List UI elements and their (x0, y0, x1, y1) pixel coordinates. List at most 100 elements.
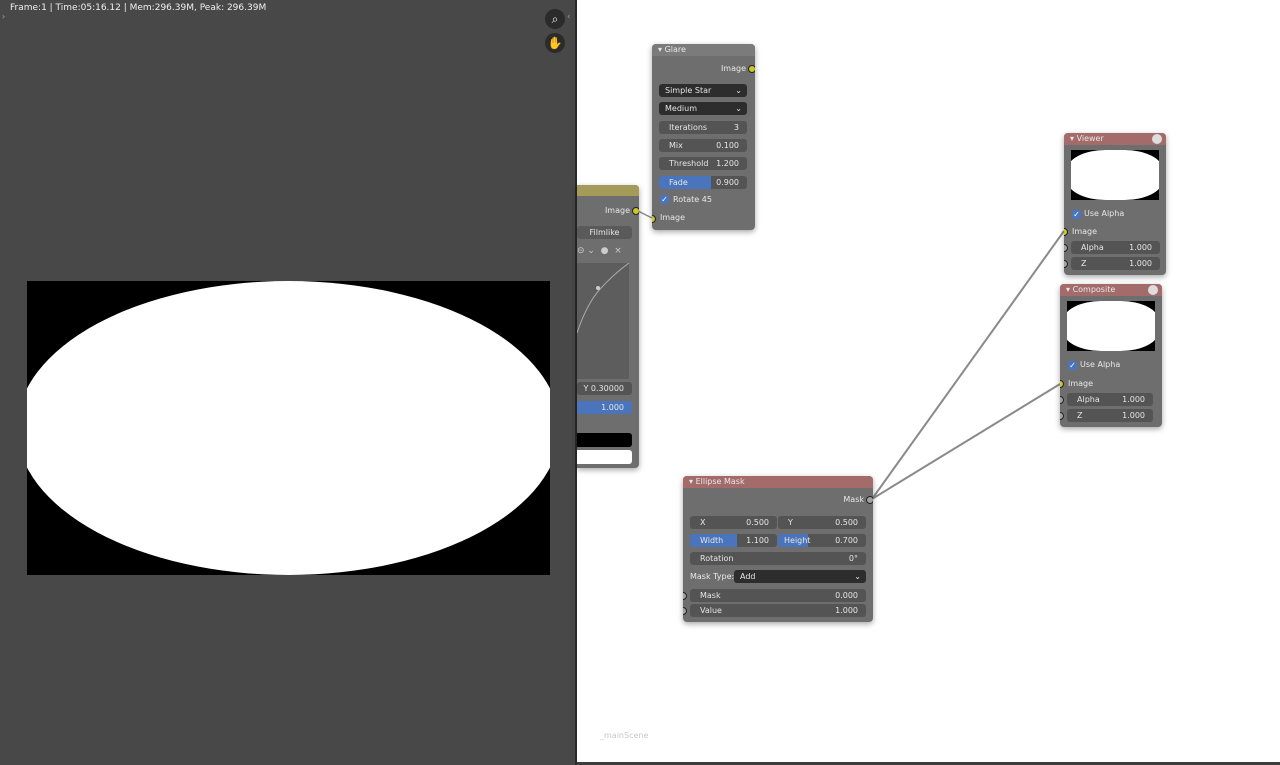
curve-toolbar: ⊝ ⌄ ● × (577, 246, 622, 256)
tonemap-mode-value: Filmlike (589, 228, 620, 237)
ellipse-mask-input-field[interactable]: Mask 0.000 (690, 589, 866, 602)
threshold-label: Threshold (669, 159, 709, 168)
ellipse-y-field[interactable]: Y 0.500 (778, 516, 866, 529)
iterations-value: 3 (733, 123, 739, 132)
tonemap-fac-field[interactable]: 1.000 (577, 401, 632, 414)
scene-name-label: _mainScene (600, 731, 649, 740)
rotate45-checkbox[interactable]: ✓ (660, 195, 669, 204)
viewer-image-socket[interactable] (1064, 228, 1068, 236)
ellipse-mask-output-socket[interactable] (866, 496, 873, 504)
glare-threshold-field[interactable]: Threshold 1.200 (659, 157, 747, 170)
link-mask-to-viewer (871, 230, 1065, 500)
ellipse-height-field[interactable]: Height 0.700 (778, 534, 866, 547)
y-value: 0.500 (835, 518, 858, 527)
ellipse-mask-input-socket[interactable] (683, 592, 687, 600)
value-label: Value (700, 606, 722, 615)
viewer-preview-ellipse (1071, 150, 1159, 200)
ellipse-rotation-field[interactable]: Rotation 0° (690, 552, 866, 565)
ellipse-x-field[interactable]: X 0.500 (690, 516, 777, 529)
link-tonemap-to-glare (637, 210, 653, 219)
composite-z-label: Z (1077, 411, 1083, 420)
tonemap-output-socket[interactable] (632, 207, 639, 215)
height-value: 0.700 (835, 536, 858, 545)
viewer-z-value: 1.000 (1129, 259, 1152, 268)
globe-icon[interactable] (1152, 134, 1162, 144)
tonemap-mode-button[interactable]: Filmlike (577, 226, 632, 239)
ellipse-value-field[interactable]: Value 1.000 (690, 604, 866, 617)
ellipse-value-input-socket[interactable] (683, 607, 687, 615)
mask-input-value: 0.000 (835, 591, 858, 600)
tonemap-output-label: Image (604, 206, 630, 215)
viewer-z-field[interactable]: Z 1.000 (1071, 257, 1160, 270)
composite-use-alpha-checkbox[interactable]: ✓ (1068, 361, 1077, 370)
width-label: Width (700, 536, 724, 545)
fade-value: 0.900 (716, 178, 739, 187)
height-label: Height (784, 536, 811, 545)
black-color-swatch[interactable] (577, 433, 632, 447)
mask-input-label: Mask (700, 591, 721, 600)
composite-alpha-label: Alpha (1077, 395, 1100, 404)
white-color-swatch[interactable] (577, 450, 632, 464)
glare-quality-select[interactable]: Medium ⌄ (659, 102, 747, 115)
viewer-use-alpha-checkbox[interactable]: ✓ (1072, 210, 1081, 219)
composite-alpha-value: 1.000 (1122, 395, 1145, 404)
composite-z-field[interactable]: Z 1.000 (1067, 409, 1153, 422)
chevron-down-icon: ⌄ (735, 86, 742, 95)
rotation-value: 0° (848, 554, 858, 563)
mask-type-select[interactable]: Add ⌄ (734, 570, 866, 583)
mask-type-value: Add (740, 572, 756, 581)
glare-input-socket[interactable] (652, 215, 656, 223)
glare-output-socket[interactable] (748, 65, 755, 73)
composite-z-value: 1.000 (1122, 411, 1145, 420)
mix-label: Mix (669, 141, 683, 150)
viewer-node-title: Viewer (1076, 134, 1104, 143)
ellipse-width-field[interactable]: Width 1.100 (690, 534, 777, 547)
glare-output-label: Image (720, 64, 746, 73)
curve-y-field[interactable]: Y 0.30000 (577, 382, 632, 395)
viewer-preview (1071, 150, 1159, 200)
viewer-z-label: Z (1081, 259, 1087, 268)
rotate45-label: Rotate 45 (673, 195, 712, 204)
curve-widget[interactable] (577, 262, 630, 379)
y-label: Y (788, 518, 793, 527)
ellipse-mask-node-header[interactable]: ▾ Ellipse Mask (683, 476, 873, 488)
fade-label: Fade (669, 178, 688, 187)
glare-node-title: Glare (664, 45, 686, 54)
viewer-alpha-socket[interactable] (1064, 244, 1068, 252)
viewer-alpha-field[interactable]: Alpha 1.000 (1071, 241, 1160, 254)
viewer-alpha-label: Alpha (1081, 243, 1104, 252)
glare-iterations-field[interactable]: Iterations 3 (659, 121, 747, 134)
ellipse-mask-output-label: Mask (843, 495, 864, 504)
width-value: 1.100 (746, 536, 769, 545)
viewer-z-socket[interactable] (1064, 260, 1068, 268)
viewer-image-label: Image (1072, 227, 1098, 236)
globe-icon[interactable] (1148, 285, 1158, 295)
viewer-alpha-value: 1.000 (1129, 243, 1152, 252)
chevron-down-icon: ⌄ (735, 104, 742, 113)
glare-node[interactable]: ▾ Glare Image Simple Star ⌄ Medium ⌄ Itera… (652, 44, 755, 230)
tonemap-node-header[interactable] (577, 185, 639, 196)
glare-type-select[interactable]: Simple Star ⌄ (659, 84, 747, 97)
iterations-label: Iterations (669, 123, 708, 132)
viewer-node-header[interactable]: ▾ Viewer (1064, 133, 1166, 145)
composite-alpha-socket[interactable] (1060, 396, 1064, 404)
composite-preview-ellipse (1067, 301, 1155, 351)
value-value: 1.000 (835, 606, 858, 615)
tonemap-node[interactable]: Image Filmlike ⊝ ⌄ ● × Y 0.30000 1.000 (577, 185, 639, 468)
ellipse-mask-node[interactable]: ▾ Ellipse Mask Mask X 0.500 Y 0.500 Widt… (683, 476, 873, 622)
mix-value: 0.100 (716, 141, 739, 150)
glare-mix-field[interactable]: Mix 0.100 (659, 139, 747, 152)
mask-type-label: Mask Type: (690, 572, 735, 581)
composite-alpha-field[interactable]: Alpha 1.000 (1067, 393, 1153, 406)
composite-z-socket[interactable] (1060, 412, 1064, 420)
glare-node-header[interactable]: ▾ Glare (652, 44, 755, 56)
glare-fade-field[interactable]: Fade 0.900 (659, 176, 747, 189)
composite-image-socket[interactable] (1060, 380, 1064, 388)
viewer-node[interactable]: ▾ Viewer ✓ Use Alpha Image Alpha 1.000 Z… (1064, 133, 1166, 275)
composite-node[interactable]: ▾ Composite ✓ Use Alpha Image Alpha 1.00… (1060, 284, 1162, 427)
composite-node-header[interactable]: ▾ Composite (1060, 284, 1162, 296)
glare-quality-value: Medium (665, 104, 697, 113)
viewer-use-alpha-label: Use Alpha (1084, 209, 1125, 218)
rotation-label: Rotation (700, 554, 734, 563)
threshold-value: 1.200 (716, 159, 739, 168)
